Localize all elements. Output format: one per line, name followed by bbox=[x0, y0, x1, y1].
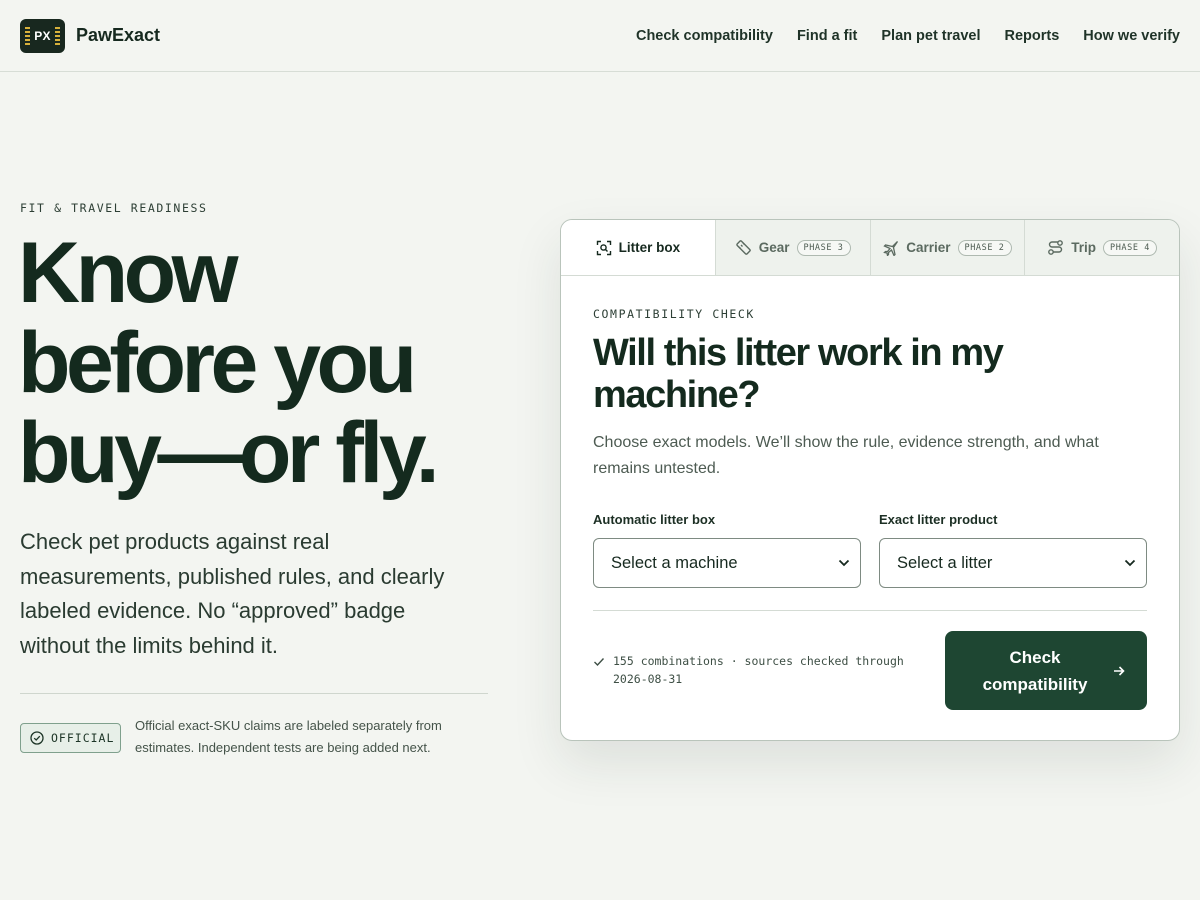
hero-subtitle: Check pet products against real measurem… bbox=[20, 529, 445, 658]
ruler-icon bbox=[735, 240, 751, 255]
official-badge-label: OFFICIAL bbox=[51, 731, 115, 745]
hero-title: Know before you buy—or fly. bbox=[18, 228, 498, 498]
phase-badge: PHASE 4 bbox=[1102, 239, 1158, 256]
machine-select-value: Select a machine bbox=[611, 553, 738, 572]
litter-select[interactable]: Select a litter bbox=[879, 538, 1147, 588]
official-note: Official exact-SKU claims are labeled se… bbox=[135, 718, 442, 755]
hero-eyebrow: FIT & TRAVEL READINESS bbox=[20, 201, 208, 215]
source-status-text: 155 combinations · sources checked throu… bbox=[613, 654, 904, 686]
check-compatibility-button[interactable]: Check compatibility bbox=[945, 631, 1147, 710]
logo-text: PX bbox=[34, 28, 51, 43]
card-eyebrow: COMPATIBILITY CHECK bbox=[593, 307, 755, 321]
phase-badge: PHASE 2 bbox=[957, 239, 1012, 256]
card-title: Will this litter work in my machine? bbox=[593, 332, 1004, 416]
hero-title-line: Know bbox=[18, 225, 239, 321]
hero-title-line: before you bbox=[18, 315, 417, 411]
tab-label: Carrier bbox=[906, 240, 951, 255]
card-tabs: Litter box Gear PHASE 3 Carrier PHASE 2 … bbox=[561, 220, 1179, 276]
nav-reports[interactable]: Reports bbox=[1005, 28, 1060, 44]
tab-litter-box[interactable]: Litter box bbox=[561, 220, 715, 275]
brand[interactable]: PX PawExact bbox=[20, 18, 161, 53]
litter-label: Exact litter product bbox=[879, 512, 998, 527]
site-header: PX PawExact Check compatibility Find a f… bbox=[0, 0, 1200, 72]
arrow-right-icon bbox=[1114, 665, 1125, 676]
check-icon bbox=[594, 658, 605, 667]
chevron-down-icon bbox=[1124, 559, 1136, 567]
scan-icon bbox=[596, 240, 611, 255]
card-divider bbox=[593, 610, 1147, 611]
logo-tick-right bbox=[55, 26, 60, 45]
route-icon bbox=[1048, 240, 1064, 255]
nav-find-a-fit[interactable]: Find a fit bbox=[797, 28, 857, 44]
cta-label: Check compatibility bbox=[982, 647, 1088, 694]
phase-badge: PHASE 3 bbox=[796, 239, 851, 256]
compatibility-card: Litter box Gear PHASE 3 Carrier PHASE 2 … bbox=[560, 219, 1180, 741]
logo: PX bbox=[20, 18, 65, 53]
machine-select[interactable]: Select a machine bbox=[593, 538, 861, 588]
plane-icon bbox=[883, 240, 899, 256]
tab-label: Litter box bbox=[618, 240, 681, 255]
chevron-down-icon bbox=[838, 559, 850, 567]
tab-trip[interactable]: Trip PHASE 4 bbox=[1024, 220, 1179, 275]
card-description: Choose exact models. We’ll show the rule… bbox=[593, 434, 1099, 477]
litter-select-value: Select a litter bbox=[897, 553, 993, 572]
nav-how-we-verify[interactable]: How we verify bbox=[1083, 28, 1180, 44]
brand-name: PawExact bbox=[76, 25, 161, 45]
nav-check-compatibility[interactable]: Check compatibility bbox=[636, 28, 773, 44]
main-nav: Check compatibility Find a fit Plan pet … bbox=[636, 28, 1180, 44]
machine-label: Automatic litter box bbox=[593, 512, 716, 527]
tab-gear[interactable]: Gear PHASE 3 bbox=[714, 220, 870, 275]
hero-title-line: buy—or fly. bbox=[18, 405, 440, 501]
logo-tick-left bbox=[25, 26, 30, 45]
tab-carrier[interactable]: Carrier PHASE 2 bbox=[869, 220, 1025, 275]
check-circle-icon bbox=[30, 731, 44, 745]
source-status: 155 combinations · sources checked throu… bbox=[593, 652, 923, 688]
nav-plan-pet-travel[interactable]: Plan pet travel bbox=[881, 28, 980, 44]
hero-divider bbox=[20, 693, 488, 694]
official-badge: OFFICIAL bbox=[20, 723, 121, 753]
tab-label: Trip bbox=[1071, 240, 1096, 255]
tab-label: Gear bbox=[758, 240, 790, 255]
